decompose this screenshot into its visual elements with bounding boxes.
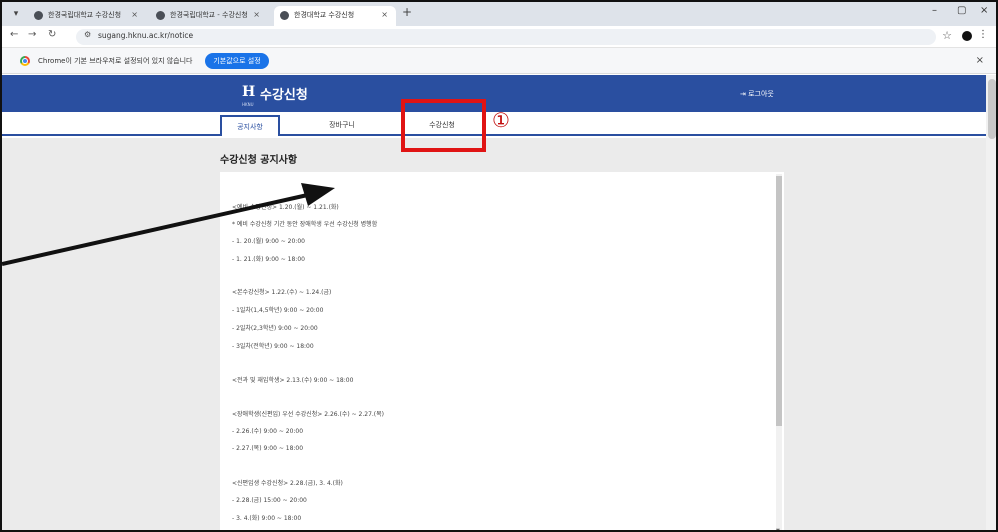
arrow-shaft bbox=[2, 192, 313, 266]
arrow-head bbox=[301, 183, 335, 206]
browser-window: ▾ 한경국립대학교 수강신청 × 한경국립대학교 - 수강신청 × 한경대학교 … bbox=[0, 0, 998, 532]
pointer-arrow bbox=[2, 183, 335, 266]
